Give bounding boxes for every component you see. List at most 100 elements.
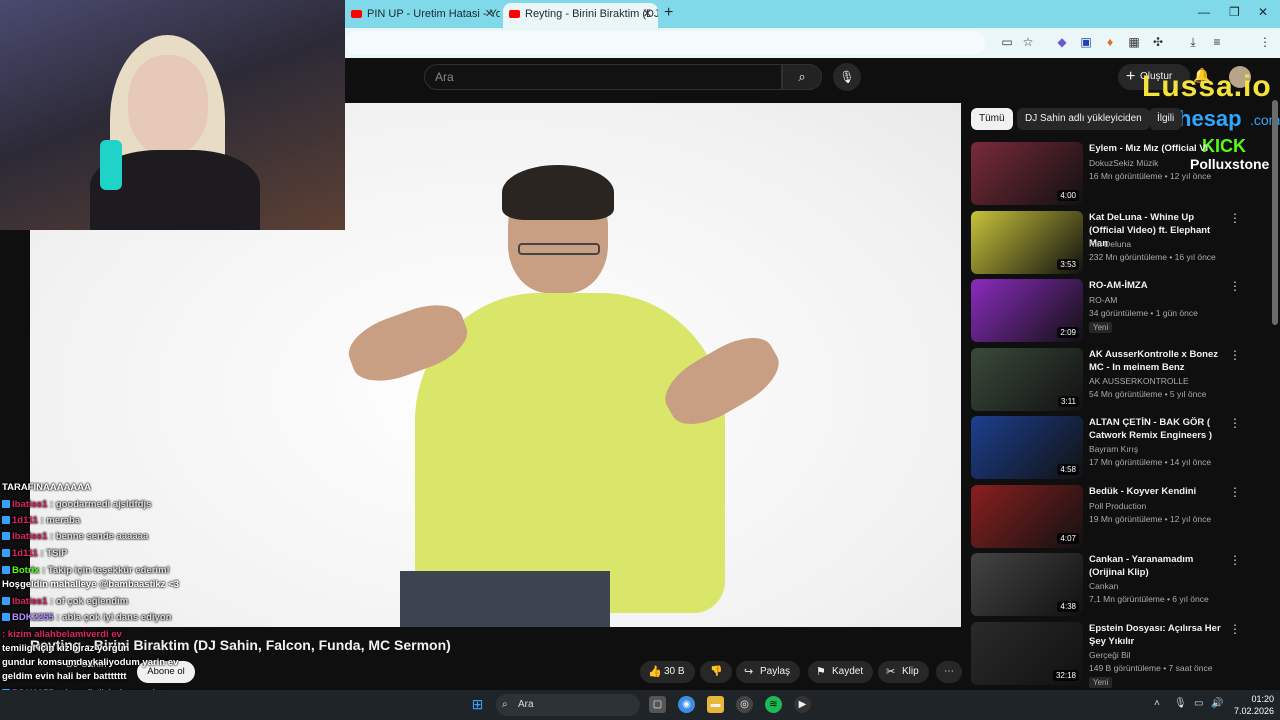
scissors-icon: ✂ [886,666,896,678]
video-thumbnail[interactable]: 3:11 [971,347,1083,411]
clip-button[interactable]: ✂ Klip [878,661,929,683]
recommendation-channel[interactable]: DokuzSekiz Müzik [1089,158,1158,168]
chat-username[interactable]: BDK2255 [12,612,54,623]
window-close-icon[interactable]: ✕ [1258,5,1268,19]
save-button[interactable]: ⚑ Kaydet [808,661,874,683]
recommendation-item[interactable]: 4:38 Cankan - Yaranamadım (Orijinal Klip)… [971,553,1271,617]
minimize-icon[interactable]: — [1198,5,1210,19]
extensions-puzzle-icon[interactable]: ✣ [1151,35,1165,49]
recommendation-title[interactable]: Epstein Dosyası: Açılırsa Her Şey Yıkılı… [1089,622,1225,648]
chip-from-uploader[interactable]: DJ Sahin adlı yükleyiciden [1017,108,1150,130]
scrollbar[interactable] [1272,100,1278,325]
recommendation-channel[interactable]: Kat Deluna [1089,239,1131,249]
recommendation-channel[interactable]: Gerçeği Bil [1089,650,1131,660]
chat-username[interactable]: lbatiss1 [12,596,47,607]
recommendation-channel[interactable]: Cankan [1089,581,1118,591]
more-actions-button[interactable]: ⋯ [936,661,962,683]
recommendation-title[interactable]: Eylem - Mız Mız (Official Vi [1089,142,1225,155]
recommendation-item[interactable]: 32:18 Epstein Dosyası: Açılırsa Her Şey Y… [971,621,1271,688]
recommendation-title[interactable]: RO-AM-İMZA [1089,279,1225,292]
recommendation-title[interactable]: Cankan - Yaranamadım (Orijinal Klip) [1089,553,1225,579]
microphone-tray-icon[interactable]: 🎙 [1174,698,1187,709]
recommendation-item[interactable]: 4:00 Eylem - Mız Mız (Official Vi DokuzSek… [971,142,1271,206]
video-thumbnail[interactable]: 4:07 [971,484,1083,548]
video-thumbnail[interactable]: 3:53 [971,210,1083,274]
download-icon[interactable]: ⤓ [1186,35,1200,49]
chat-message: 1d111 : meraba [2,515,80,526]
recommendation-item[interactable]: 4:58 ALTAN ÇETİN - BAK GÖR ( Catwork Remi… [971,416,1271,480]
more-options-icon[interactable]: ⋮ [1229,211,1241,225]
reading-list-icon[interactable]: ≡ [1210,35,1224,49]
more-options-icon[interactable]: ⋮ [1229,485,1241,499]
obs-icon[interactable]: ◎ [736,696,753,713]
share-button[interactable]: ↪ Paylaş [736,661,801,683]
file-explorer-icon[interactable]: ▬ [707,696,724,713]
chip-related[interactable]: İlgili [1149,108,1183,130]
close-icon[interactable]: ✕ [643,3,652,26]
more-options-icon[interactable]: ⋮ [1229,279,1241,293]
volume-icon[interactable]: 🔊 [1211,698,1223,709]
filter-chips: Tümü DJ Sahin adlı yükleyiciden İlgili [971,108,1280,130]
network-icon[interactable]: ▭ [1194,698,1203,709]
chat-username[interactable]: lbatiss1 [12,499,47,510]
search-input[interactable]: Ara [424,64,782,90]
recommendation-title[interactable]: ALTAN ÇETİN - BAK GÖR ( Catwork Remix En… [1089,416,1225,442]
recommendation-item[interactable]: 4:07 Bedük - Koyver Kendini Poll Productio… [971,484,1271,549]
cast-icon[interactable]: ▭ [1000,35,1014,49]
address-bar[interactable] [345,31,985,55]
tray-overflow-icon[interactable]: ˄ [1154,698,1160,709]
recommendation-meta: 16 Mn görüntüleme • 12 yıl önce [1089,171,1212,181]
chip-all[interactable]: Tümü [971,108,1013,130]
chrome-icon[interactable]: ◉ [678,696,695,713]
recommendation-channel[interactable]: Bayram Kırış [1089,444,1138,454]
chat-text: TARAFINAAAAAAA [2,482,92,493]
more-options-icon[interactable]: ⋮ [1229,416,1241,430]
chat-username[interactable]: 1d111 [12,515,38,526]
recommendation-channel[interactable]: RO-AM [1089,295,1117,305]
new-tab-icon[interactable]: + [664,4,673,22]
tab-pin-up[interactable]: PIN UP - Uretim Hatasi - YouTu ✕ [345,3,500,28]
recommendation-item[interactable]: 3:11 AK AusserKontrolle x Bonez MC - In m… [971,347,1271,412]
media-player-icon[interactable]: ▶ [794,696,811,713]
voice-search-button[interactable]: 🎙 [833,63,861,91]
search-button[interactable]: ⌕ [782,64,822,90]
spotify-icon[interactable]: ≋ [765,696,782,713]
recommendation-channel[interactable]: AK AUSSERKONTROLLE [1089,376,1189,386]
dislike-button[interactable]: 👎 [700,661,733,683]
chat-username[interactable]: lbatiss1 [12,531,47,542]
close-icon[interactable]: ✕ [485,3,494,26]
bookmark-star-icon[interactable]: ☆ [1021,35,1035,49]
browser-menu-icon[interactable]: ⋮ [1258,35,1272,49]
system-clock[interactable]: 01:20 7.02.2026 [1224,693,1274,717]
more-options-icon[interactable]: ⋮ [1229,622,1241,636]
taskbar-search[interactable]: ⌕ Ara [496,694,640,716]
recommendation-item[interactable]: 2:09 RO-AM-İMZA RO-AM 34 görüntüleme • 1 gü… [971,279,1271,343]
extension-icon[interactable]: ♦ [1103,35,1117,49]
recommendation-item[interactable]: 3:53 Kat DeLuna - Whine Up (Official Vide… [971,210,1271,275]
video-thumbnail[interactable]: 2:09 [971,279,1083,342]
recommendation-channel[interactable]: Poll Production [1089,501,1146,511]
chat-username[interactable]: Botrix [12,565,39,576]
chat-text: : Takip için teşekkür ederim! [42,565,170,576]
recommendation-title[interactable]: Bedük - Koyver Kendini [1089,485,1225,498]
more-options-icon[interactable]: ⋮ [1229,348,1241,362]
video-thumbnail[interactable]: 4:38 [971,553,1083,616]
video-thumbnail[interactable]: 32:18 [971,621,1083,685]
chat-message: geldim evin hali ber battttttt [2,671,127,682]
task-view-icon[interactable]: ▢ [649,696,666,713]
tab-reyting[interactable]: Reyting - Birini Biraktim (DJ Sah ✕ [503,3,658,28]
more-options-icon[interactable]: ⋮ [1229,553,1241,567]
extension-icon[interactable]: ▦ [1127,35,1141,49]
restore-icon[interactable]: ❐ [1229,5,1240,19]
extension-icon[interactable]: ◆ [1055,35,1069,49]
more-icon: ⋯ [944,666,954,677]
chat-username[interactable]: 1d111 [12,548,38,559]
video-thumbnail[interactable]: 4:00 [971,142,1083,205]
chat-text: geldim evin hali ber battttttt [2,671,127,682]
like-button[interactable]: 👍 30 B [640,661,695,683]
video-thumbnail[interactable]: 4:58 [971,416,1083,479]
windows-start-icon[interactable]: ⊞ [469,696,486,713]
recommendation-title[interactable]: AK AusserKontrolle x Bonez MC - In meine… [1089,348,1225,374]
chat-badge-icon [2,532,10,540]
extension-icon[interactable]: ▣ [1079,35,1093,49]
